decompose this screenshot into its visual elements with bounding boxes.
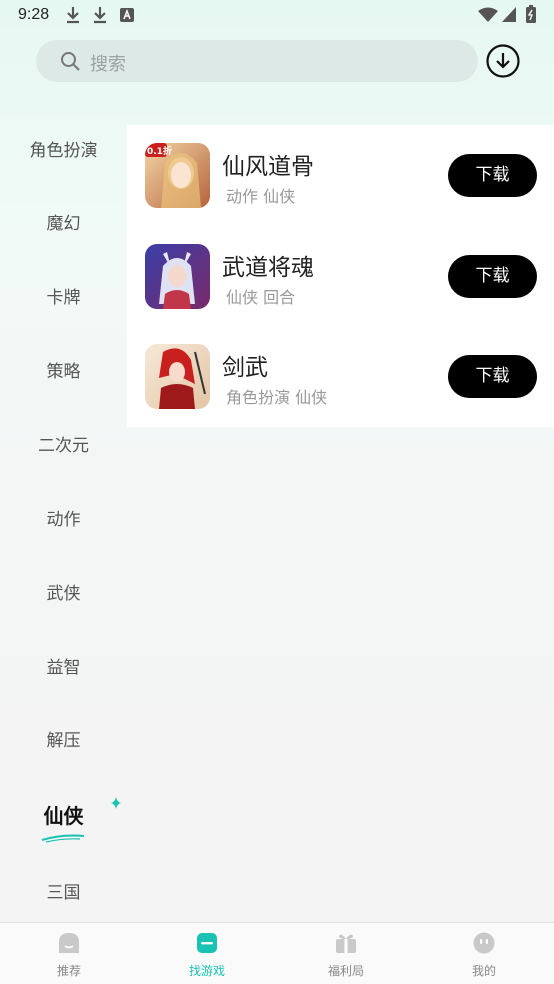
game-card[interactable]: 剑武 角色扮演 仙侠 下载 [127, 326, 554, 426]
download-status-icon [67, 7, 79, 24]
download-manager-icon[interactable] [486, 44, 520, 78]
category-item-fantasy[interactable]: 魔幻 [0, 209, 127, 234]
category-item-action[interactable]: 动作 [0, 505, 127, 530]
game-name: 武道将魂 [222, 255, 314, 281]
download-button[interactable]: 下载 [448, 154, 537, 197]
game-tags: 动作 仙侠 [226, 187, 296, 206]
nav-tab-profile[interactable]: 我的 [415, 923, 553, 984]
category-item-card[interactable]: 卡牌 [0, 283, 127, 308]
nav-tab-welfare[interactable]: 福利局 [277, 923, 415, 984]
category-item-puzzle[interactable]: 益智 [0, 653, 127, 678]
recommend-icon [59, 933, 79, 953]
game-tags: 仙侠 回合 [226, 288, 296, 307]
category-item-xianxia[interactable]: 仙侠 [0, 800, 127, 829]
active-category-underline [41, 834, 85, 843]
game-tags: 角色扮演 仙侠 [226, 388, 328, 407]
game-card[interactable]: 0.1折 仙风道骨 动作 仙侠 下载 [127, 125, 554, 225]
nav-label: 福利局 [327, 964, 364, 978]
nav-tab-recommend[interactable]: 推荐 [0, 923, 138, 984]
app-a-icon [120, 8, 134, 22]
bottom-nav: 推荐 找游戏 福利局 我的 [0, 922, 554, 984]
download-button[interactable]: 下载 [448, 255, 537, 298]
game-list: 0.1折 仙风道骨 动作 仙侠 下载 武道将魂 仙侠 回合 下载 剑武 角色扮演… [127, 125, 554, 427]
profile-icon [473, 932, 495, 954]
nav-label: 推荐 [56, 964, 81, 978]
signal-icon [502, 7, 516, 22]
search-placeholder: 搜索 [90, 54, 126, 75]
search-input[interactable]: 搜索 [36, 40, 478, 82]
game-name: 仙风道骨 [222, 154, 314, 180]
battery-icon [526, 5, 536, 23]
game-name: 剑武 [222, 355, 268, 381]
sparkle-icon [111, 797, 121, 809]
nav-label: 找游戏 [188, 964, 225, 978]
status-bar: 9:28 [0, 0, 554, 30]
nav-tab-find-game[interactable]: 找游戏 [138, 923, 276, 984]
search-icon [61, 52, 80, 71]
gift-icon [336, 934, 356, 953]
category-item-anime[interactable]: 二次元 [0, 431, 127, 456]
game-cover-jianwu [145, 344, 210, 409]
find-game-icon [197, 933, 217, 953]
game-cover-wudaojianghun [145, 244, 210, 309]
category-item-rpg[interactable]: 角色扮演 [0, 136, 127, 161]
wifi-icon [478, 7, 498, 22]
game-card[interactable]: 武道将魂 仙侠 回合 下载 [127, 226, 554, 326]
nav-label: 我的 [471, 964, 496, 978]
category-item-wuxia[interactable]: 武侠 [0, 579, 127, 604]
download-button[interactable]: 下载 [448, 355, 537, 398]
category-item-relax[interactable]: 解压 [0, 726, 127, 751]
status-time: 9:28 [18, 6, 50, 23]
game-cover-xianfengdaogu: 0.1折 [145, 143, 210, 208]
category-item-strategy[interactable]: 策略 [0, 357, 127, 382]
category-item-three-kingdoms[interactable]: 三国 [0, 878, 127, 903]
discount-badge: 0.1折 [147, 145, 172, 157]
download-status-icon-2 [94, 7, 106, 24]
